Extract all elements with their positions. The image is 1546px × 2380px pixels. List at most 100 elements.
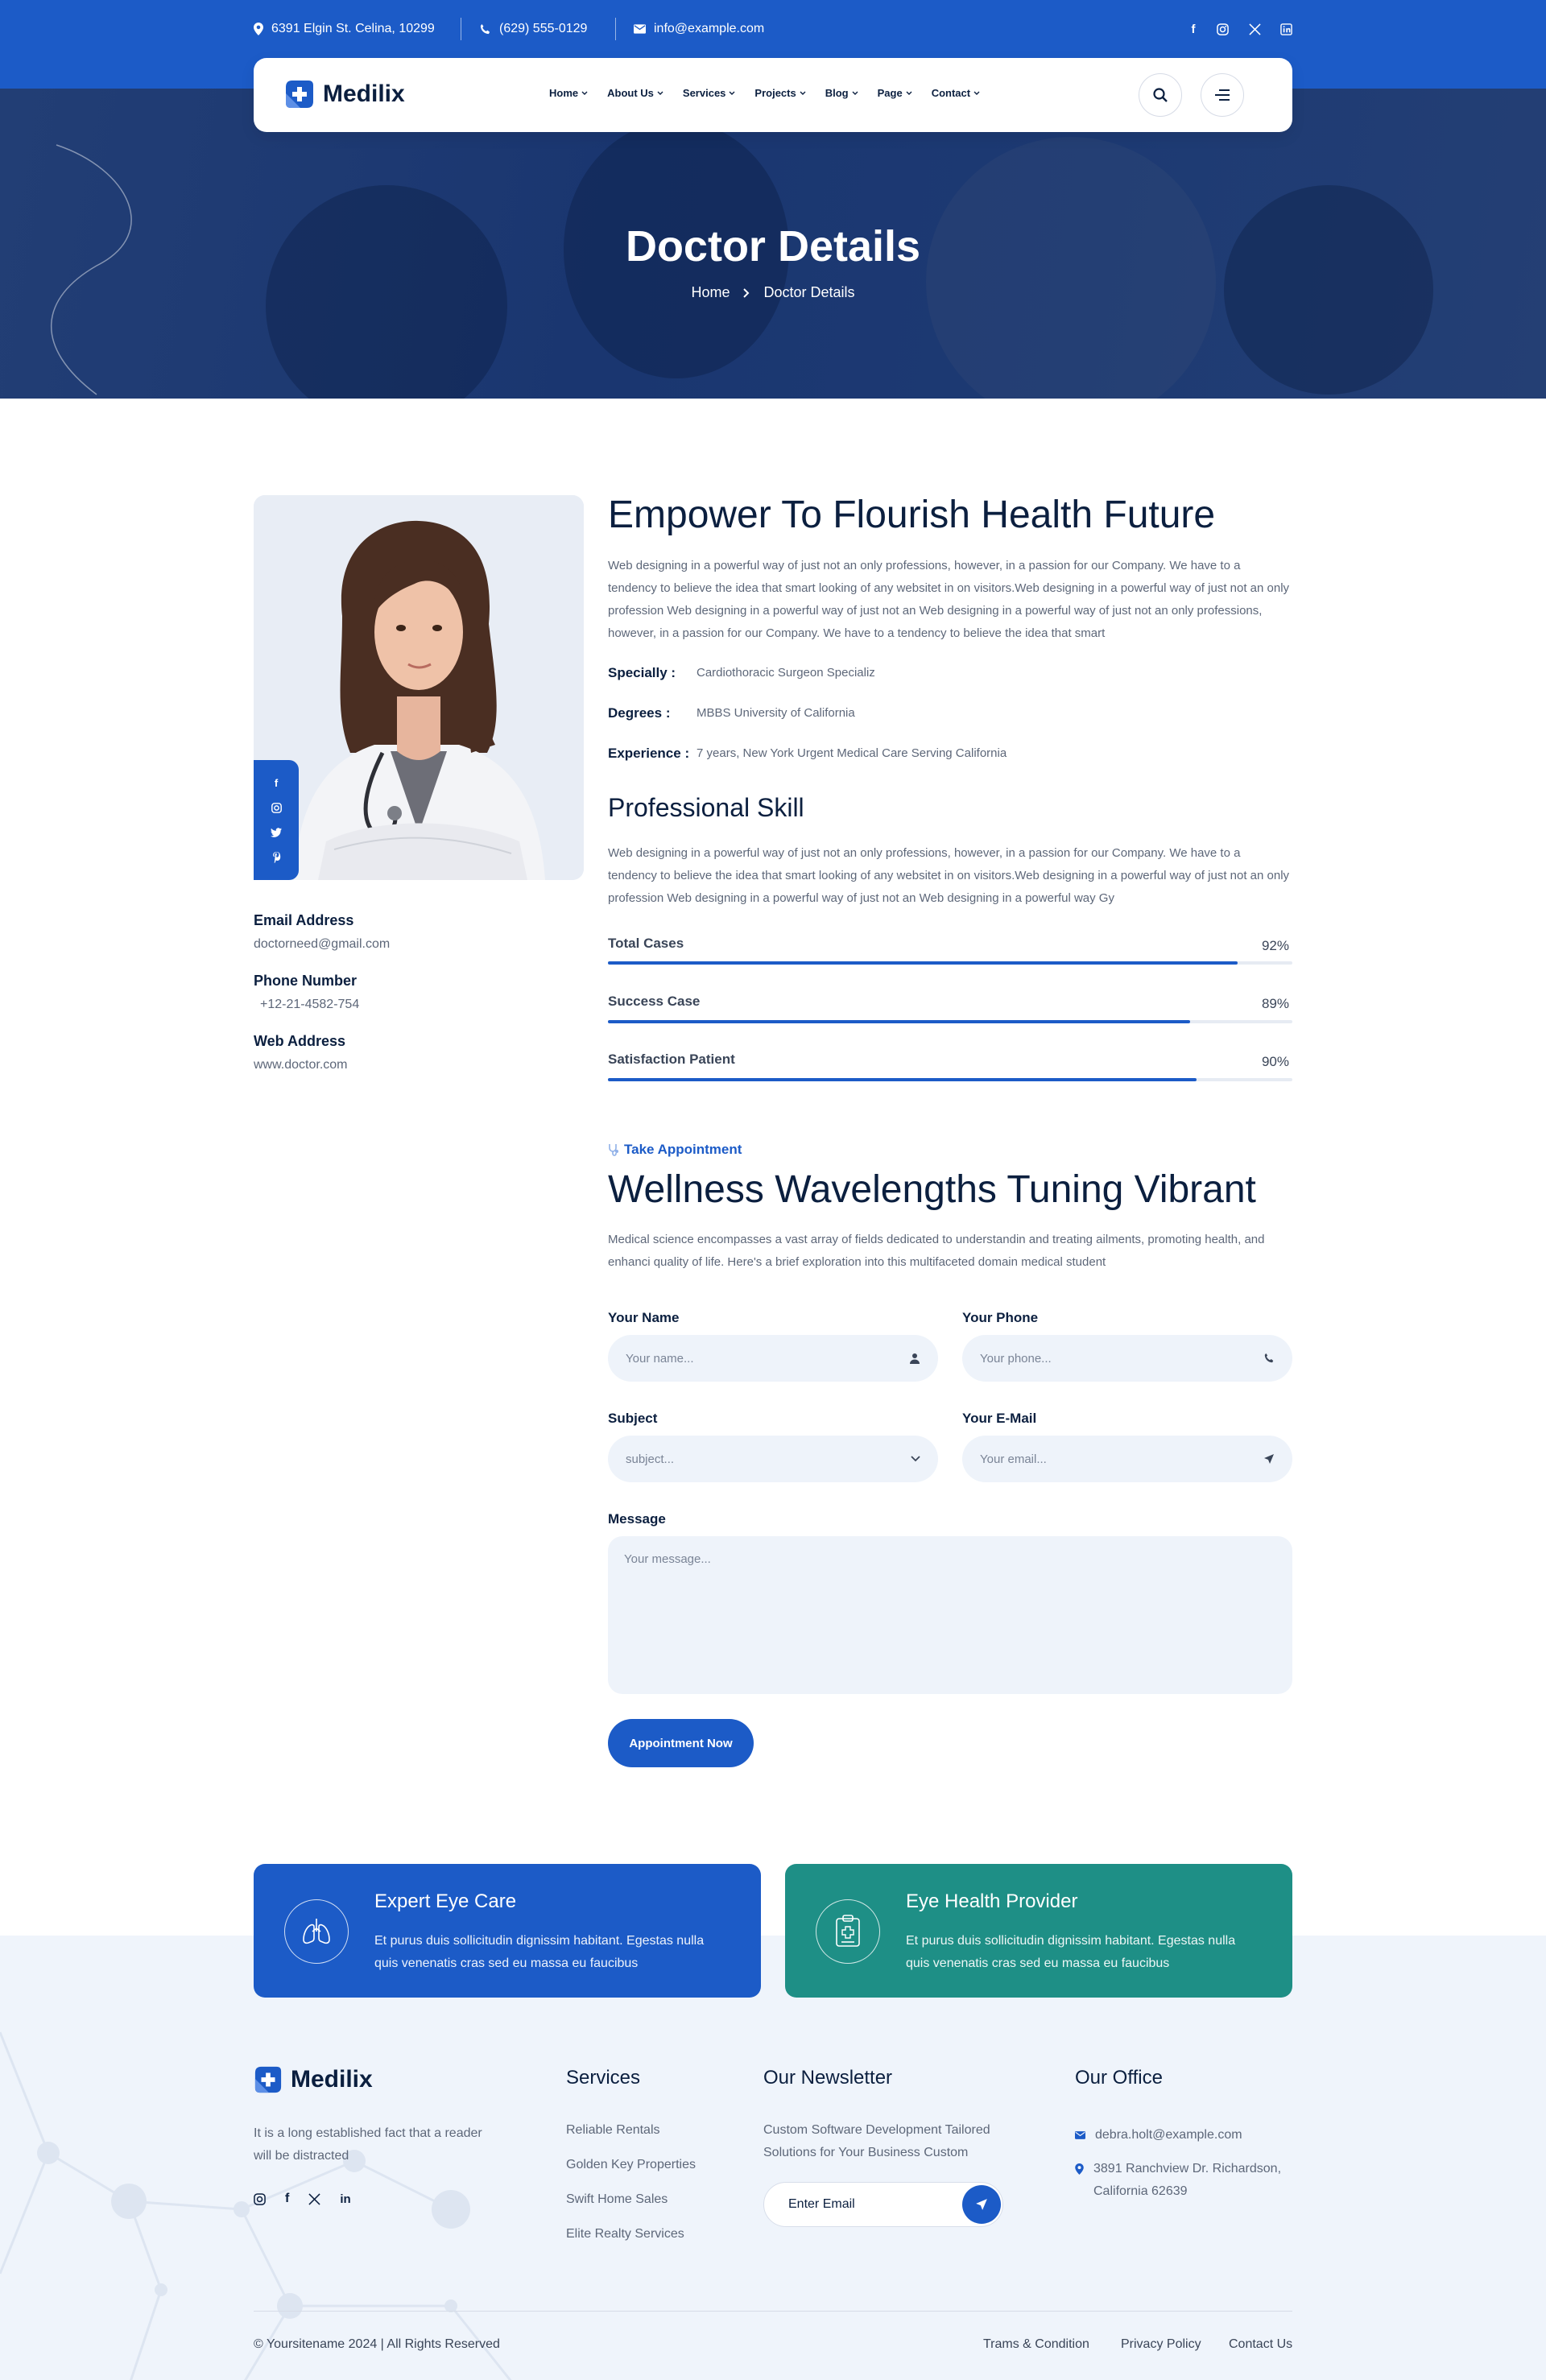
phone-icon (1264, 1353, 1274, 1363)
name-input[interactable]: Your name... (608, 1335, 938, 1382)
search-icon (1153, 88, 1168, 102)
office-email[interactable]: debra.holt@example.com (1075, 2124, 1242, 2147)
subject-select[interactable]: subject... (608, 1436, 938, 1482)
skills-paragraph: Web designing in a powerful way of just … (608, 846, 1290, 905)
nav-item-home[interactable]: Home (549, 87, 588, 99)
nav-item-services[interactable]: Services (683, 87, 736, 99)
nav-item-page[interactable]: Page (878, 87, 912, 99)
doctor-email[interactable]: doctorneed@gmail.com (254, 937, 390, 952)
breadcrumb-current: Doctor Details (763, 284, 855, 300)
instagram-icon[interactable] (268, 800, 284, 816)
facebook-icon[interactable]: f (1185, 21, 1201, 37)
location-pin-icon (1075, 2163, 1084, 2175)
specialty-label: Specially : (608, 665, 676, 680)
nav-item-projects[interactable]: Projects (754, 87, 806, 99)
topbar-address-text: 6391 Elgin St. Celina, 10299 (271, 22, 435, 35)
phone-input[interactable]: Your phone... (962, 1335, 1292, 1382)
footer-bottom-link-contact[interactable]: Contact Us (1229, 2337, 1292, 2352)
experience-value: 7 years, New York Urgent Medical Care Se… (697, 746, 1007, 760)
send-icon (1264, 1454, 1274, 1464)
card-title: Eye Health Provider (906, 1890, 1078, 1912)
location-pin-icon (254, 23, 263, 35)
card-title: Expert Eye Care (374, 1890, 517, 1912)
newsletter-submit-button[interactable] (962, 2185, 1001, 2224)
page-hero: Doctor Details Home Doctor Details (0, 89, 1546, 399)
twitter-icon[interactable] (268, 824, 284, 841)
skills-heading: Professional Skill (608, 793, 804, 822)
x-icon[interactable] (308, 2192, 320, 2205)
service-card-eye-health[interactable]: Eye Health Provider Et purus duis sollic… (785, 1864, 1292, 1998)
nav-item-label: Contact (931, 87, 971, 99)
footer-about-text: It is a long established fact that a rea… (254, 2126, 482, 2163)
footer-logo[interactable]: Medilix (254, 2065, 373, 2094)
doctor-photo (254, 495, 584, 880)
card-text: Et purus duis sollicitudin dignissim hab… (374, 1934, 705, 1970)
instagram-icon[interactable] (1214, 21, 1230, 37)
office-address: 3891 Ranchview Dr. Richardson, Californi… (1075, 2158, 1295, 2203)
nav-menu: Home About Us Services Projects Blog Pag… (549, 87, 980, 99)
appointment-paragraph: Medical science encompasses a vast array… (608, 1233, 1265, 1269)
footer-link[interactable]: Reliable Rentals (566, 2123, 660, 2138)
pinterest-icon[interactable] (268, 849, 284, 866)
chevron-down-icon (911, 1456, 920, 1462)
nav-item-label: Home (549, 87, 579, 99)
skill-progress-fill (608, 961, 1238, 965)
specialty-value: Cardiothoracic Surgeon Specializ (697, 666, 875, 680)
nav-item-about[interactable]: About Us (607, 87, 663, 99)
nav-item-label: Blog (825, 87, 849, 99)
doctor-web[interactable]: www.doctor.com (254, 1058, 347, 1072)
newsletter-text: Custom Software Development Tailored Sol… (763, 2123, 990, 2159)
nav-item-blog[interactable]: Blog (825, 87, 858, 99)
topbar-email[interactable]: info@example.com (634, 21, 764, 37)
skill-progress-fill (608, 1078, 1197, 1081)
skill-label: Success Case (608, 994, 701, 1009)
menu-button[interactable] (1201, 73, 1244, 117)
send-icon (976, 2199, 987, 2210)
logo[interactable]: Medilix (284, 79, 405, 109)
chevron-right-icon (742, 287, 750, 298)
experience-label: Experience : (608, 746, 690, 761)
skill-progress-track (608, 1020, 1292, 1023)
newsletter-title: Our Newsletter (763, 2067, 893, 2089)
appointment-eyebrow: Take Appointment (608, 1142, 742, 1158)
doctor-phone[interactable]: +12-21-4582-754 (260, 998, 359, 1012)
chevron-down-icon (852, 91, 858, 95)
about-paragraph: Web designing in a powerful way of just … (608, 559, 1290, 640)
message-textarea[interactable]: Your message... (608, 1536, 1292, 1694)
email-input[interactable]: Your email... (962, 1436, 1292, 1482)
chevron-down-icon (657, 91, 663, 95)
message-label: Message (608, 1511, 666, 1527)
logo-text: Medilix (323, 81, 405, 107)
instagram-icon[interactable] (254, 2192, 266, 2205)
footer-link[interactable]: Swift Home Sales (566, 2192, 668, 2207)
skill-percent: 89% (1261, 996, 1289, 1011)
topbar-phone[interactable]: (629) 555-0129 (479, 21, 587, 37)
topbar-email-text: info@example.com (654, 22, 765, 35)
footer-link[interactable]: Elite Realty Services (566, 2227, 684, 2242)
x-icon[interactable] (1246, 21, 1263, 37)
skill-percent: 92% (1261, 938, 1289, 953)
chevron-down-icon (581, 91, 588, 95)
footer-logo-text: Medilix (291, 2066, 373, 2093)
footer-divider (254, 2311, 1292, 2312)
facebook-icon[interactable]: f (268, 775, 284, 791)
footer-bottom-link-privacy[interactable]: Privacy Policy (1121, 2337, 1201, 2352)
email-label: Email Address (254, 912, 354, 928)
search-button[interactable] (1139, 73, 1182, 117)
skill-progress-fill (608, 1020, 1190, 1023)
breadcrumb-home[interactable]: Home (691, 284, 730, 301)
skill-progress-track (608, 961, 1292, 965)
appointment-submit-button[interactable]: Appointment Now (608, 1719, 754, 1767)
office-email-text: debra.holt@example.com (1095, 2128, 1242, 2142)
appointment-eyebrow-text: Take Appointment (624, 1142, 742, 1157)
skill-progress-track (608, 1078, 1292, 1081)
footer-bottom-link-terms[interactable]: Trams & Condition (983, 2337, 1089, 2352)
service-card-eye-care[interactable]: Expert Eye Care Et purus duis sollicitud… (254, 1864, 761, 1998)
facebook-icon[interactable]: f (285, 2192, 289, 2206)
footer-link[interactable]: Golden Key Properties (566, 2158, 696, 2172)
linkedin-icon[interactable]: in (340, 2192, 350, 2206)
chevron-down-icon (906, 91, 912, 95)
email-field-label: Your E-Mail (962, 1411, 1037, 1426)
linkedin-icon[interactable] (1278, 21, 1294, 37)
nav-item-contact[interactable]: Contact (932, 87, 980, 99)
